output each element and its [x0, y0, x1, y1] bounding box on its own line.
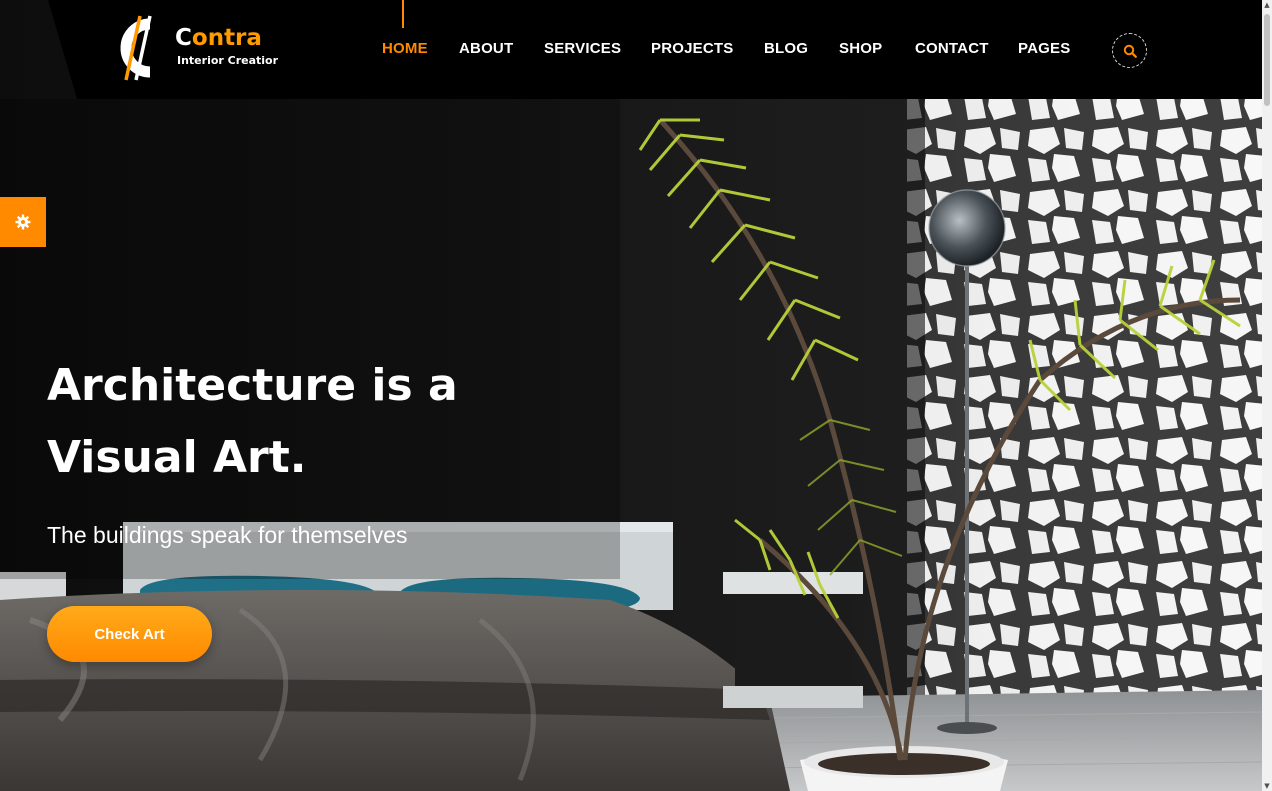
- hero-subtitle: The buildings speak for themselves: [47, 522, 408, 548]
- nav-item-blog[interactable]: BLOG: [764, 40, 808, 57]
- settings-panel-toggle[interactable]: [0, 197, 46, 247]
- search-button[interactable]: [1112, 33, 1147, 68]
- page-scrollbar[interactable]: ▲ ▼: [1262, 0, 1272, 791]
- nav-active-indicator: [402, 0, 404, 28]
- nav-item-shop[interactable]: SHOP: [839, 40, 882, 57]
- brand-name-rest: ontra: [191, 25, 262, 51]
- scrollbar-thumb[interactable]: [1264, 14, 1270, 106]
- check-art-button[interactable]: Check Art: [47, 606, 212, 662]
- hero-title: Architecture is a Visual Art.: [47, 350, 607, 494]
- brand-name-first-letter: C: [175, 25, 192, 51]
- hero-section: Contra Interior Creatior HOME ABOUT SERV…: [0, 0, 1262, 791]
- nav-item-projects[interactable]: PROJECTS: [651, 40, 733, 57]
- gear-icon: [15, 214, 31, 230]
- scroll-up-arrow-icon[interactable]: ▲: [1262, 0, 1272, 10]
- hero-title-line2: Visual Art.: [47, 432, 307, 483]
- site-header: Contra Interior Creatior HOME ABOUT SERV…: [0, 0, 1262, 99]
- brand-name: Contra: [175, 27, 262, 50]
- nav-item-about[interactable]: ABOUT: [459, 40, 513, 57]
- search-icon: [1123, 44, 1137, 58]
- nav-item-services[interactable]: SERVICES: [544, 40, 621, 57]
- hero-title-line1: Architecture is a: [47, 360, 458, 411]
- brand-tagline: Interior Creatior: [177, 54, 279, 67]
- nav-item-contact[interactable]: CONTACT: [915, 40, 989, 57]
- nav-item-home[interactable]: HOME: [382, 40, 428, 57]
- scroll-down-arrow-icon[interactable]: ▼: [1262, 781, 1272, 791]
- contra-logo-icon: [120, 15, 152, 81]
- nav-item-pages[interactable]: PAGES: [1018, 40, 1070, 57]
- brand-logo[interactable]: Contra Interior Creatior: [116, 14, 286, 82]
